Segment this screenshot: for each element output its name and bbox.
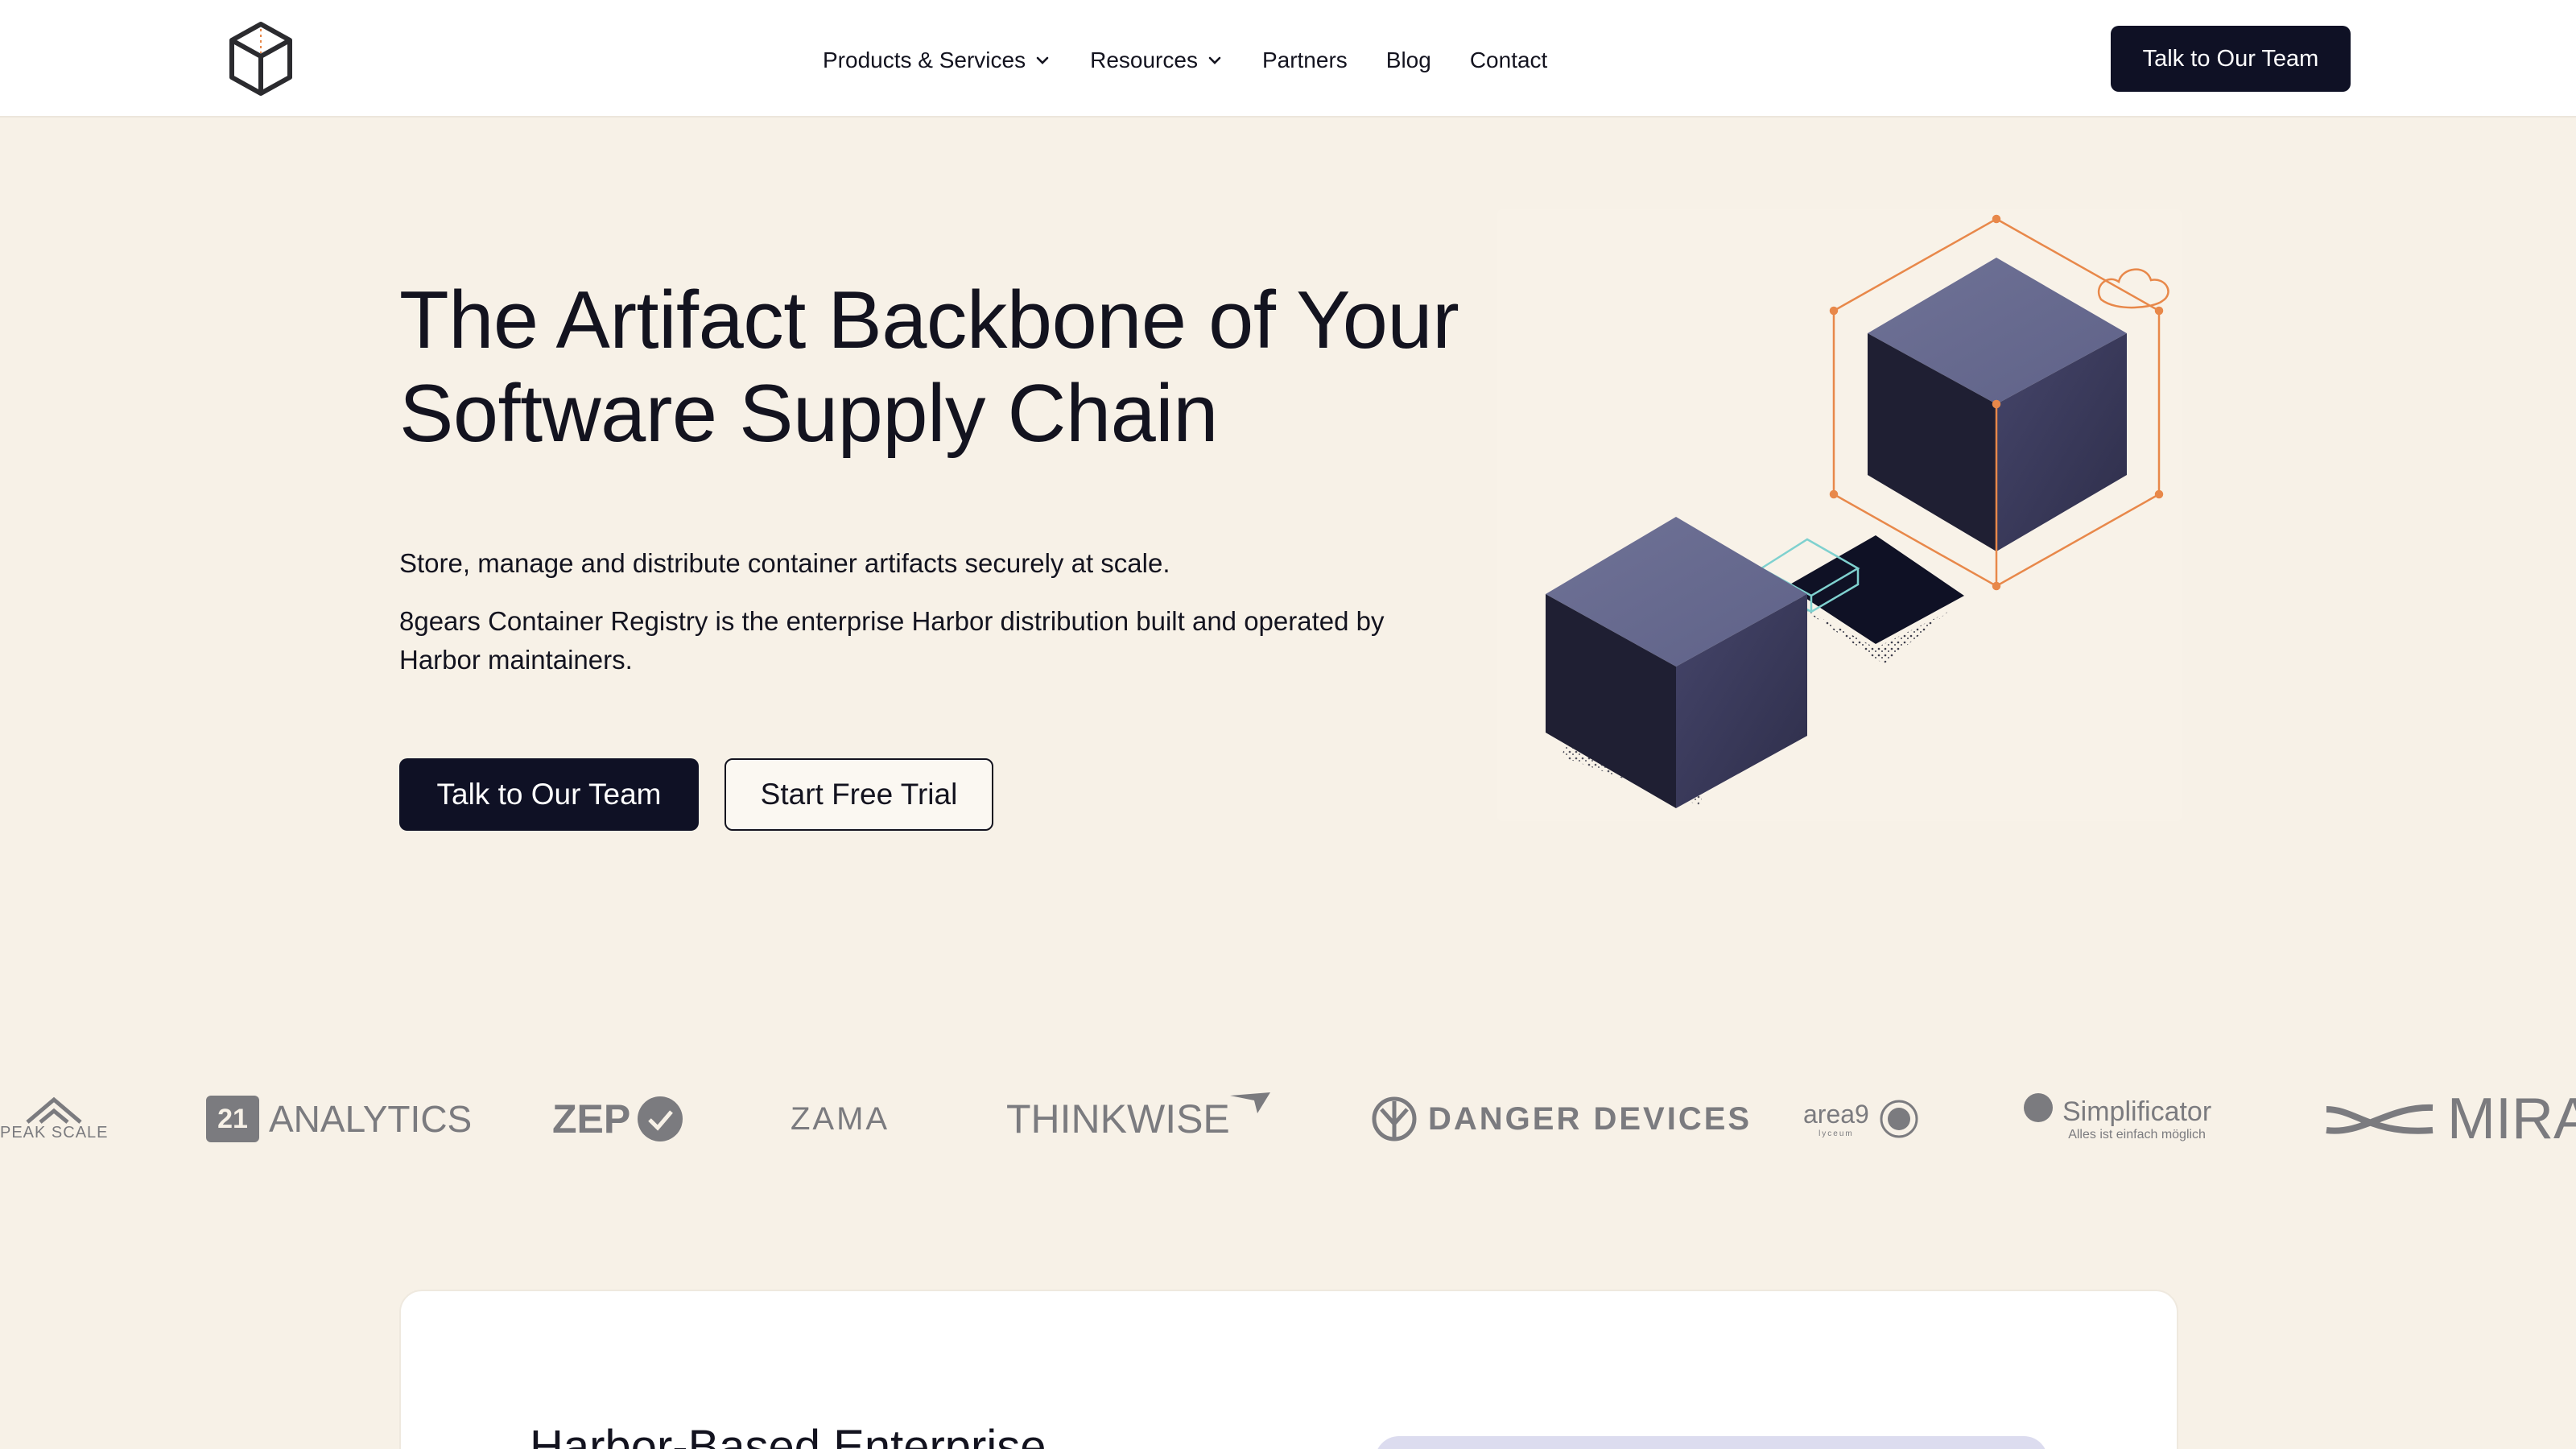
nav-partners[interactable]: Partners bbox=[1262, 47, 1348, 73]
logo-peak-scale: PEAK SCALE bbox=[0, 1079, 109, 1159]
logo-simplificator-text: Simplificator bbox=[2062, 1096, 2212, 1127]
nav-contact[interactable]: Contact bbox=[1470, 47, 1548, 73]
logo-simplificator: Simplificator Alles ist einfach möglich bbox=[2022, 1079, 2211, 1159]
mountain-icon bbox=[26, 1096, 82, 1124]
nav-products-services-label: Products & Services bbox=[823, 47, 1026, 72]
feature-card: Harbor-Based Enterprise bbox=[399, 1290, 2178, 1449]
seal-icon bbox=[1880, 1100, 1918, 1138]
main-nav: Products & Services Resources Partners B… bbox=[823, 42, 1547, 79]
header-talk-to-team-button[interactable]: Talk to Our Team bbox=[2111, 26, 2351, 92]
nav-blog[interactable]: Blog bbox=[1386, 47, 1431, 73]
logo-21-analytics-text: ANALYTICS bbox=[269, 1098, 473, 1140]
nav-resources-label: Resources bbox=[1090, 47, 1198, 72]
logo-simplificator-tagline: Alles ist einfach möglich bbox=[2068, 1127, 2206, 1141]
logo-area9: area9 lyceum bbox=[1803, 1079, 1919, 1159]
site-header: Products & Services Resources Partners B… bbox=[0, 0, 2576, 118]
logo-zama-text: ZAMA bbox=[791, 1100, 890, 1137]
hero-subtitle: Store, manage and distribute container a… bbox=[399, 548, 1170, 578]
logo-danger-devices: DANGER DEVICES bbox=[1372, 1079, 1752, 1159]
feature-card-pill bbox=[1375, 1436, 2048, 1449]
logo-thinkwise: THINKWISE bbox=[1006, 1079, 1272, 1159]
logo-mira: MIRA bbox=[2323, 1079, 2576, 1159]
nav-products-services[interactable]: Products & Services bbox=[823, 47, 1051, 73]
cube-logo-icon[interactable] bbox=[227, 21, 295, 97]
checkmark-circle-icon bbox=[638, 1096, 683, 1141]
logo-mira-text: MIRA bbox=[2447, 1087, 2576, 1151]
nav-partners-label: Partners bbox=[1261, 47, 1348, 72]
feature-card-title: Harbor-Based Enterprise bbox=[530, 1421, 1046, 1449]
logo-thinkwise-text: THINKWISE bbox=[1006, 1096, 1230, 1141]
nav-contact-label: Contact bbox=[1469, 47, 1548, 72]
logo-zama: ZAMA bbox=[791, 1079, 890, 1159]
chevron-down-icon bbox=[1208, 56, 1221, 64]
logo-area9-text: area9 bbox=[1803, 1100, 1869, 1129]
customer-logos-strip: PEAK SCALE 21 ANALYTICS ZEP ZAMA THINKWI… bbox=[0, 1079, 2576, 1159]
logo-area9-tagline: lyceum bbox=[1818, 1129, 1854, 1138]
hero-cubes-illustration bbox=[1497, 209, 2182, 821]
arrow-icon bbox=[1229, 1092, 1270, 1113]
talk-to-team-button[interactable]: Talk to Our Team bbox=[399, 758, 699, 831]
logo-zep-text: ZEP bbox=[552, 1096, 631, 1141]
hero-title: The Artifact Backbone of Your Software S… bbox=[399, 275, 1459, 459]
logo-peak-scale-text: PEAK SCALE bbox=[0, 1123, 109, 1141]
nav-resources[interactable]: Resources bbox=[1090, 47, 1224, 73]
logo-zep: ZEP bbox=[552, 1079, 683, 1159]
shield-leaf-icon bbox=[1372, 1096, 1417, 1141]
hero-description: 8gears Container Registry is the enterpr… bbox=[399, 606, 1385, 675]
logo-21-badge: 21 bbox=[206, 1096, 259, 1142]
circle-icon bbox=[2024, 1093, 2053, 1122]
logo-danger-devices-text: DANGER DEVICES bbox=[1428, 1100, 1752, 1137]
start-free-trial-button[interactable]: Start Free Trial bbox=[724, 758, 993, 831]
wave-x-icon bbox=[2326, 1104, 2434, 1134]
nav-blog-label: Blog bbox=[1385, 47, 1431, 72]
logo-21-analytics: 21 ANALYTICS bbox=[206, 1079, 472, 1159]
chevron-down-icon bbox=[1036, 56, 1049, 64]
